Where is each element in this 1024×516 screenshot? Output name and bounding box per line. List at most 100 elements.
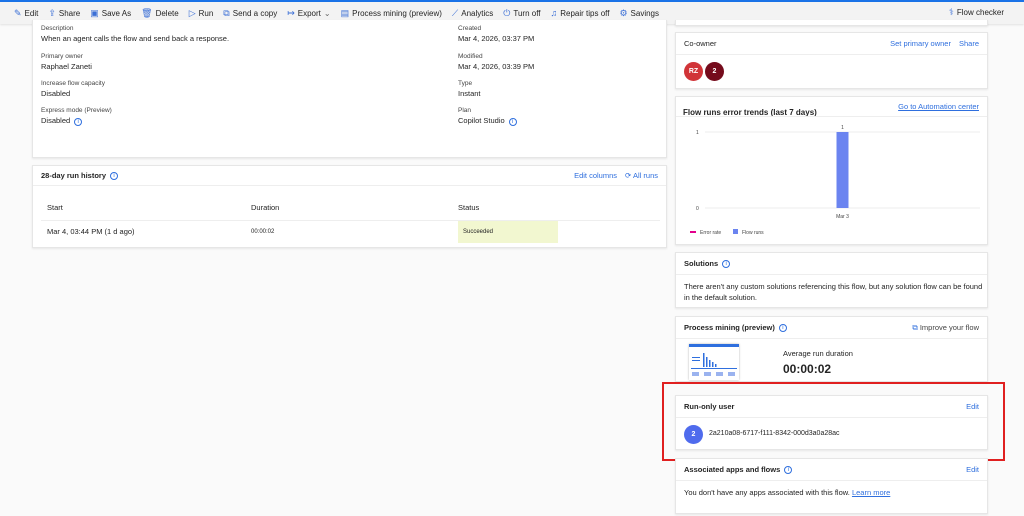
y-tick-label: 1: [696, 130, 699, 136]
plan-text: Copilot Studio: [458, 116, 505, 125]
legend-label: Flow runs: [742, 230, 764, 236]
avatar[interactable]: RZ: [684, 62, 703, 81]
edit-run-only-user-link[interactable]: Edit: [966, 402, 979, 411]
toolbar-save-as-button[interactable]: ▣ Save As: [90, 8, 131, 19]
owner-label: Primary owner: [41, 53, 83, 60]
share-icon: ⇪: [48, 7, 56, 18]
process-mining-card: Process mining (preview) i ⧉ Improve your…: [675, 316, 988, 382]
toolbar-label: Analytics: [461, 8, 494, 18]
trash-icon: 🗑: [141, 7, 153, 18]
flow-checker-label: Flow checker: [956, 8, 1004, 17]
set-primary-owner-link[interactable]: Set primary owner: [890, 39, 951, 48]
toolbar-label: Savings: [630, 8, 660, 18]
flow-checker-button[interactable]: ⚕ Flow checker: [949, 7, 1004, 18]
run-only-user-id: 2a210a08-6717-f111-8342-000d3a0a28ac: [709, 430, 840, 437]
plan-label: Plan: [458, 107, 472, 114]
y-tick-label: 0: [696, 206, 699, 212]
copy-icon: ⧉: [223, 7, 230, 18]
edit-columns-link[interactable]: Edit columns: [574, 171, 617, 180]
all-runs-label: All runs: [632, 171, 658, 180]
x-tick-label: Mar 3: [836, 214, 849, 220]
toolbar-label: Share: [58, 8, 81, 18]
toolbar-label: Send a copy: [232, 8, 278, 18]
power-icon: ⏻: [503, 7, 511, 18]
toolbar-savings-button[interactable]: ⚙ Savings: [619, 8, 659, 19]
column-header-status[interactable]: Status: [458, 195, 660, 220]
savings-icon: ⚙: [619, 7, 628, 18]
capacity-label: Increase flow capacity: [41, 80, 105, 87]
toolbar-label: Edit: [24, 8, 39, 18]
toolbar-process-mining-preview-button[interactable]: ▤ Process mining (preview): [341, 8, 442, 19]
toolbar-turn-off-button[interactable]: ⏻ Turn off: [503, 8, 540, 19]
improve-flow-link[interactable]: ⧉ Improve your flow: [912, 323, 979, 333]
toolbar-run-button[interactable]: ▷ Run: [189, 8, 214, 19]
toolbar-label: Process mining (preview): [352, 8, 442, 18]
owner-value: Raphael Zaneti: [41, 62, 92, 71]
bar-flow-runs: [836, 132, 849, 208]
column-header-start[interactable]: Start: [41, 195, 251, 220]
edit-associated-apps-link[interactable]: Edit: [966, 465, 979, 474]
info-icon[interactable]: i: [110, 171, 119, 180]
error-trends-chart: 0 1 1 Mar 3 Error rate Flow runs: [690, 125, 980, 236]
avatar[interactable]: 2: [684, 425, 703, 444]
status-badge: Succeeded: [458, 220, 558, 243]
description-value: When an agent calls the flow and send ba…: [41, 34, 230, 43]
details-card: Description When an agent calls the flow…: [32, 20, 667, 158]
process-mining-title: Process mining (preview): [684, 323, 775, 332]
toolbar-label: Run: [198, 8, 214, 18]
info-icon[interactable]: i: [778, 323, 787, 332]
legend-label: Error rate: [700, 230, 721, 236]
column-header-duration[interactable]: Duration: [251, 195, 458, 220]
run-start[interactable]: Mar 4, 03:44 PM (1 d ago): [41, 220, 251, 243]
toolbar-label: Export: [297, 8, 321, 18]
export-icon: ↦: [287, 7, 295, 18]
open-external-icon: ⧉: [912, 322, 920, 332]
info-icon[interactable]: i: [74, 118, 83, 126]
solutions-text: There aren't any custom solutions refere…: [684, 282, 983, 302]
bell-icon: ♫: [550, 8, 558, 18]
toolbar-analytics-button[interactable]: ⟋ Analytics: [452, 8, 493, 19]
legend-swatch-flow-runs: [733, 229, 738, 234]
plan-value: Copilot Studio i: [458, 116, 517, 126]
capacity-value: Disabled: [41, 89, 71, 98]
avatar[interactable]: 2: [705, 62, 724, 81]
chevron-down-icon: ⌄: [323, 8, 331, 18]
share-link[interactable]: Share: [959, 39, 979, 48]
avg-run-duration-label: Average run duration: [783, 349, 853, 358]
toolbar-label: Turn off: [513, 8, 541, 18]
modified-value: Mar 4, 2026, 03:39 PM: [458, 62, 535, 71]
run-history-card: 28-day run history i Edit columns ⟳ All ru…: [32, 165, 667, 248]
learn-more-link[interactable]: Learn more: [852, 488, 890, 497]
analytics-icon: ⟋: [451, 7, 459, 18]
all-runs-link[interactable]: ⟳ All runs: [625, 171, 658, 180]
stethoscope-icon: ⚕: [949, 7, 954, 17]
toolbar-repair-tips-off-button[interactable]: ♫ Repair tips off: [551, 8, 610, 18]
associated-apps-title: Associated apps and flows: [684, 465, 781, 474]
legend-swatch-error-rate: [690, 231, 696, 233]
toolbar-share-button[interactable]: ⇪ Share: [48, 8, 80, 19]
express-text: Disabled: [41, 116, 71, 125]
toolbar-send-a-copy-button[interactable]: ⧉ Send a copy: [223, 8, 277, 19]
solutions-card: Solutions i There aren't any custom solut…: [675, 252, 988, 308]
associated-apps-text: You don't have any apps associated with …: [684, 488, 890, 497]
error-trends-card: Flow runs error trends (last 7 days) Go …: [675, 96, 988, 245]
improve-flow-label: Improve your flow: [919, 322, 979, 332]
toolbar-export-button[interactable]: ↦ Export ⌄: [287, 8, 330, 19]
data-label: 1: [841, 125, 844, 131]
info-icon[interactable]: i: [508, 118, 517, 126]
toolbar-edit-button[interactable]: ✎ Edit: [14, 8, 38, 19]
type-value: Instant: [458, 89, 481, 98]
express-label: Express mode (Preview): [41, 107, 112, 114]
table-row[interactable]: Mar 4, 03:44 PM (1 d ago) 00:00:02 Succe…: [41, 220, 660, 243]
play-icon: ▷: [188, 7, 196, 18]
toolbar-delete-button[interactable]: 🗑 Delete: [141, 8, 179, 19]
run-only-user-title: Run-only user: [684, 402, 735, 411]
express-value: Disabled i: [41, 116, 83, 126]
modified-label: Modified: [458, 53, 483, 60]
run-history-title: 28-day run history: [41, 171, 107, 180]
info-icon[interactable]: i: [784, 465, 793, 474]
info-icon[interactable]: i: [722, 259, 731, 268]
refresh-icon: ⟳: [625, 171, 633, 180]
toolbar-label: Repair tips off: [560, 8, 610, 18]
process-mining-icon: ▤: [340, 7, 350, 18]
